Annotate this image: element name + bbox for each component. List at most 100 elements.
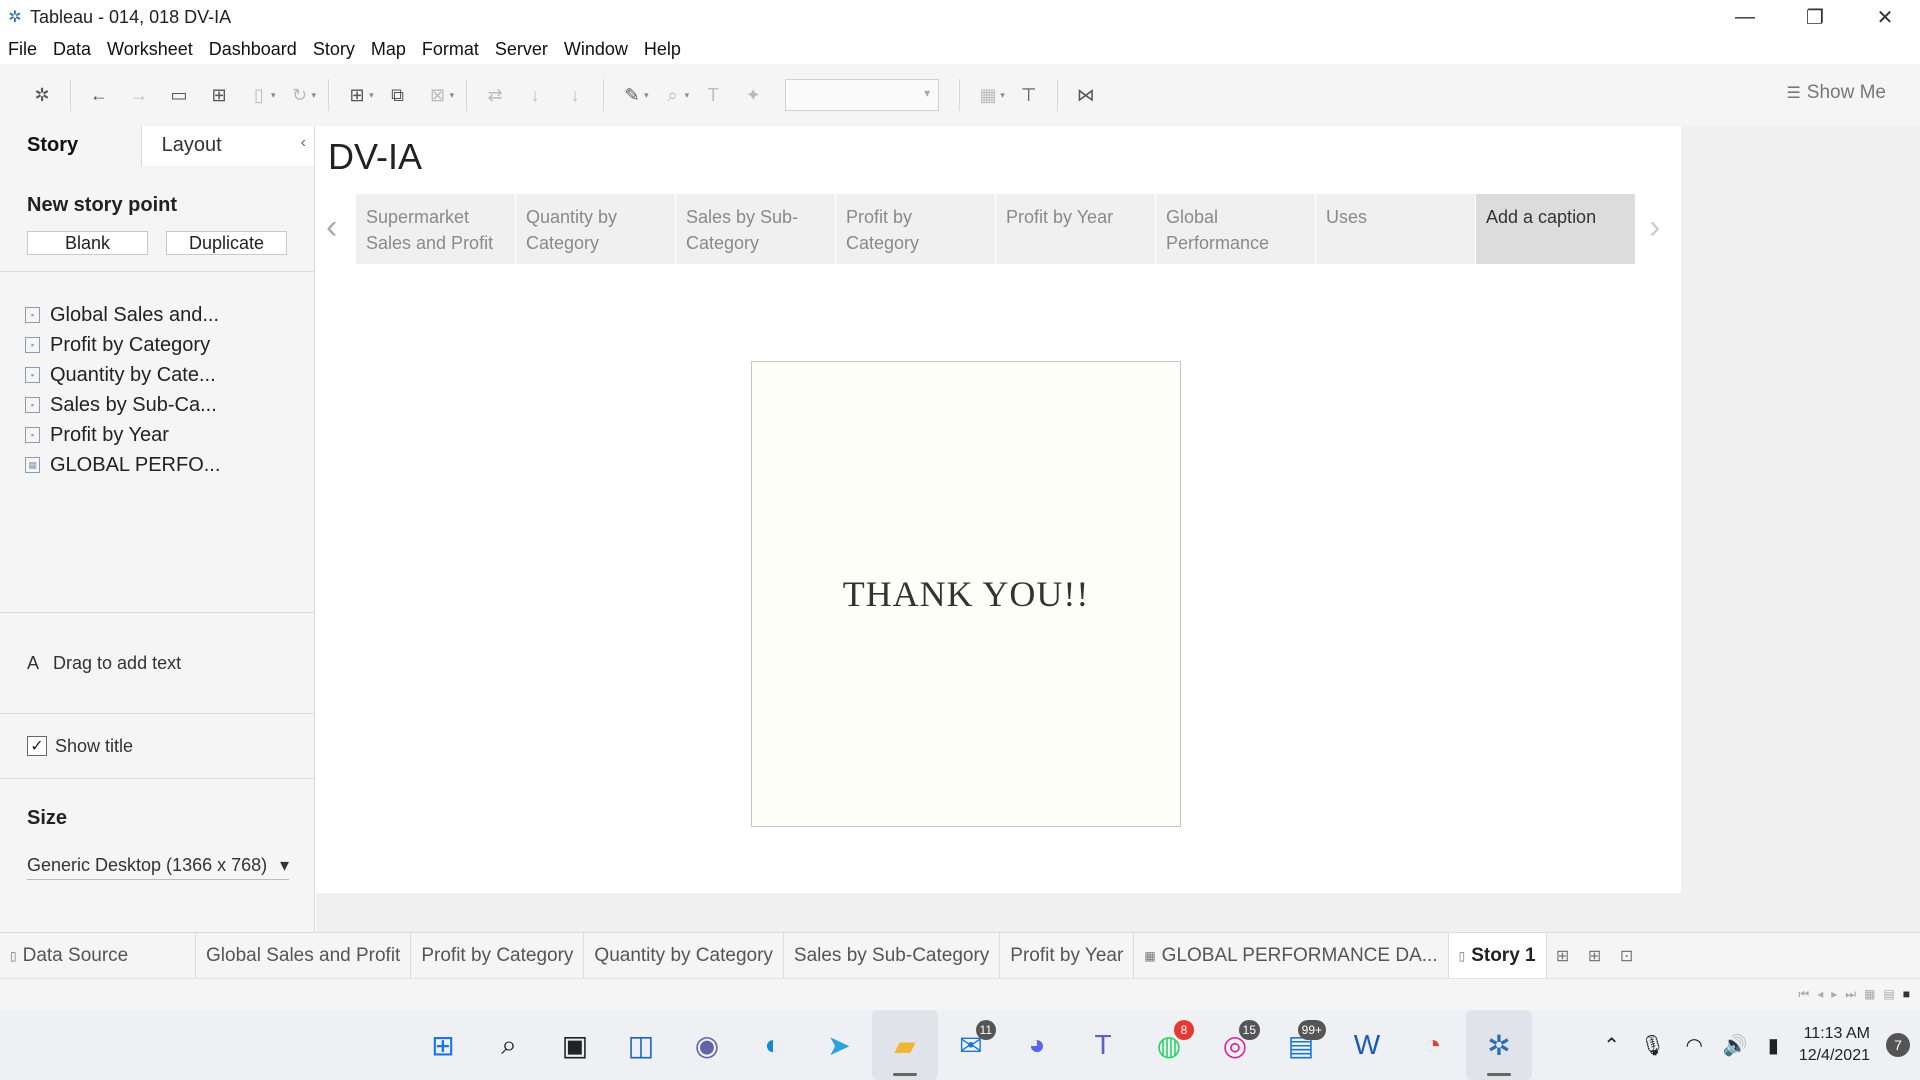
story-point[interactable]: Quantity by Category xyxy=(516,194,676,264)
tab-dashboard[interactable]: ▦ GLOBAL PERFORMANCE DA... xyxy=(1134,932,1449,979)
chevron-down-icon[interactable]: ▾ xyxy=(271,90,276,101)
sheet-item[interactable]: ▪ Quantity by Cate... xyxy=(0,360,314,390)
sort-ascending-icon[interactable]: ↓ xyxy=(515,75,555,115)
menu-worksheet[interactable]: Worksheet xyxy=(107,39,193,60)
edge-icon[interactable]: ◐ xyxy=(740,1010,806,1080)
chevron-down-icon[interactable]: ▾ xyxy=(1000,90,1005,101)
instagram-icon[interactable]: ◎ 15 xyxy=(1202,1010,1268,1080)
duplicate-sheet-icon[interactable]: ⧉ xyxy=(378,75,418,115)
new-dashboard-icon[interactable]: ⊞ xyxy=(1579,933,1611,979)
word-icon[interactable]: W xyxy=(1334,1010,1400,1080)
story-point[interactable]: Uses xyxy=(1316,194,1476,264)
tableau-home-icon[interactable]: ✲ xyxy=(22,75,62,115)
tab-sheet[interactable]: Profit by Category xyxy=(411,932,585,979)
menu-story[interactable]: Story xyxy=(313,39,355,60)
menu-window[interactable]: Window xyxy=(564,39,628,60)
sheet-item[interactable]: ▦ GLOBAL PERFO... xyxy=(0,450,314,480)
chevron-down-icon[interactable]: ▾ xyxy=(312,90,317,101)
telegram-icon[interactable]: ➤ xyxy=(806,1010,872,1080)
menu-map[interactable]: Map xyxy=(371,39,406,60)
search-icon[interactable]: ⌕ xyxy=(476,1010,542,1080)
size-select[interactable]: Generic Desktop (1366 x 768) ▾ xyxy=(27,852,289,880)
chevron-left-icon[interactable]: ‹ xyxy=(326,208,337,247)
new-story-icon[interactable]: ⊡ xyxy=(1611,933,1643,979)
blank-button[interactable]: Blank xyxy=(27,231,148,255)
show-tabs-icon[interactable]: ■ xyxy=(1903,987,1910,1002)
duplicate-button[interactable]: Duplicate xyxy=(166,231,287,255)
tableau-icon[interactable]: ✲ xyxy=(1466,1010,1532,1080)
file-explorer-icon[interactable]: ▰ xyxy=(872,1010,938,1080)
teams-icon[interactable]: T xyxy=(1070,1010,1136,1080)
battery-icon[interactable]: ▮ xyxy=(1768,1033,1779,1058)
undo-icon[interactable]: ← xyxy=(79,75,119,115)
chevron-down-icon[interactable]: ▾ xyxy=(685,90,690,101)
menu-dashboard[interactable]: Dashboard xyxy=(209,39,297,60)
story-title[interactable]: DV-IA xyxy=(328,136,422,178)
menu-format[interactable]: Format xyxy=(422,39,479,60)
sheet-item[interactable]: ▪ Profit by Year xyxy=(0,420,314,450)
new-worksheet-icon[interactable]: ⊞ xyxy=(1547,933,1579,979)
share-icon[interactable]: ⋈ xyxy=(1066,75,1106,115)
prev-sheet-icon[interactable]: ◂ xyxy=(1817,987,1823,1002)
tab-sheet[interactable]: Quantity by Category xyxy=(584,932,784,979)
clock[interactable]: 11:13 AM 12/4/2021 xyxy=(1799,1023,1870,1067)
show-title-checkbox[interactable]: ✓ xyxy=(27,736,47,756)
menu-file[interactable]: File xyxy=(8,39,37,60)
tab-sheet[interactable]: Profit by Year xyxy=(1000,932,1135,979)
pin-icon[interactable]: ✦ xyxy=(733,75,773,115)
minimize-button[interactable]: — xyxy=(1710,0,1780,34)
tab-sheet[interactable]: Sales by Sub-Category xyxy=(784,932,1001,979)
menu-server[interactable]: Server xyxy=(495,39,548,60)
windows-start-icon[interactable]: ⊞ xyxy=(410,1010,476,1080)
drag-to-add-text[interactable]: A Drag to add text xyxy=(0,613,314,713)
notification-count[interactable]: 7 xyxy=(1886,1033,1910,1057)
discord-icon[interactable]: ◕ xyxy=(1004,1010,1070,1080)
last-sheet-icon[interactable]: ⏭ xyxy=(1845,987,1856,1002)
chevron-down-icon[interactable]: ▾ xyxy=(644,90,649,101)
chevron-down-icon[interactable]: ▾ xyxy=(369,90,374,101)
first-sheet-icon[interactable]: ⏮ xyxy=(1798,987,1809,1002)
tab-data-source[interactable]: ▯ Data Source xyxy=(0,932,196,979)
close-button[interactable]: ✕ xyxy=(1850,0,1920,34)
show-title-toggle[interactable]: ✓ Show title xyxy=(0,714,314,778)
show-sheet-sorter-icon[interactable]: ▦ xyxy=(1864,987,1875,1002)
sort-descending-icon[interactable]: ↓ xyxy=(555,75,595,115)
tab-sheet[interactable]: Global Sales and Profit xyxy=(196,932,412,979)
sheet-item[interactable]: ▪ Profit by Category xyxy=(0,330,314,360)
menu-data[interactable]: Data xyxy=(53,39,91,60)
collapse-panel-icon[interactable]: ‹ xyxy=(301,134,306,152)
tab-story-active[interactable]: ▯ Story 1 xyxy=(1448,932,1547,979)
task-view-icon[interactable]: ▣ xyxy=(542,1010,608,1080)
swap-icon[interactable]: ⇄ xyxy=(475,75,515,115)
wifi-icon[interactable]: ◠ xyxy=(1685,1033,1702,1058)
chevron-up-icon[interactable]: ⌃ xyxy=(1603,1033,1620,1058)
chevron-down-icon[interactable]: ▾ xyxy=(450,90,455,101)
story-point[interactable]: Profit by Category xyxy=(836,194,996,264)
show-me-button[interactable]: ☰ Show Me xyxy=(1786,82,1886,104)
presentation-mode-icon[interactable]: ⊤ xyxy=(1009,75,1049,115)
tab-story[interactable]: Story xyxy=(0,126,142,166)
chevron-right-icon[interactable]: › xyxy=(1649,208,1660,247)
widgets-icon[interactable]: ◫ xyxy=(608,1010,674,1080)
chat-icon[interactable]: ◉ xyxy=(674,1010,740,1080)
redo-icon[interactable]: → xyxy=(119,75,159,115)
tab-layout[interactable]: Layout ‹ xyxy=(141,126,314,166)
volume-icon[interactable]: 🔊 xyxy=(1723,1033,1748,1058)
new-data-source-icon[interactable]: ⊞ xyxy=(199,75,239,115)
sheet-item[interactable]: ▪ Global Sales and... xyxy=(0,300,314,330)
microphone-icon[interactable]: 🎙 xyxy=(1640,1033,1665,1058)
story-point[interactable]: Global Performance xyxy=(1156,194,1316,264)
show-filmstrip-icon[interactable]: ▤ xyxy=(1883,987,1894,1002)
story-point[interactable]: Sales by Sub-Category xyxy=(676,194,836,264)
thank-you-card[interactable]: THANK YOU!! xyxy=(751,361,1181,827)
next-sheet-icon[interactable]: ▸ xyxy=(1831,987,1837,1002)
story-point[interactable]: Supermarket Sales and Profit xyxy=(356,194,516,264)
restore-button[interactable]: ❐ xyxy=(1780,0,1850,34)
whatsapp-icon[interactable]: ◍ 8 xyxy=(1136,1010,1202,1080)
sheet-item[interactable]: ▪ Sales by Sub-Ca... xyxy=(0,390,314,420)
mail-icon[interactable]: ✉ 11 xyxy=(938,1010,1004,1080)
chrome-icon[interactable]: ◔ xyxy=(1400,1010,1466,1080)
save-icon[interactable]: ▭ xyxy=(159,75,199,115)
fit-select[interactable] xyxy=(785,79,940,111)
story-point[interactable]: Profit by Year xyxy=(996,194,1156,264)
